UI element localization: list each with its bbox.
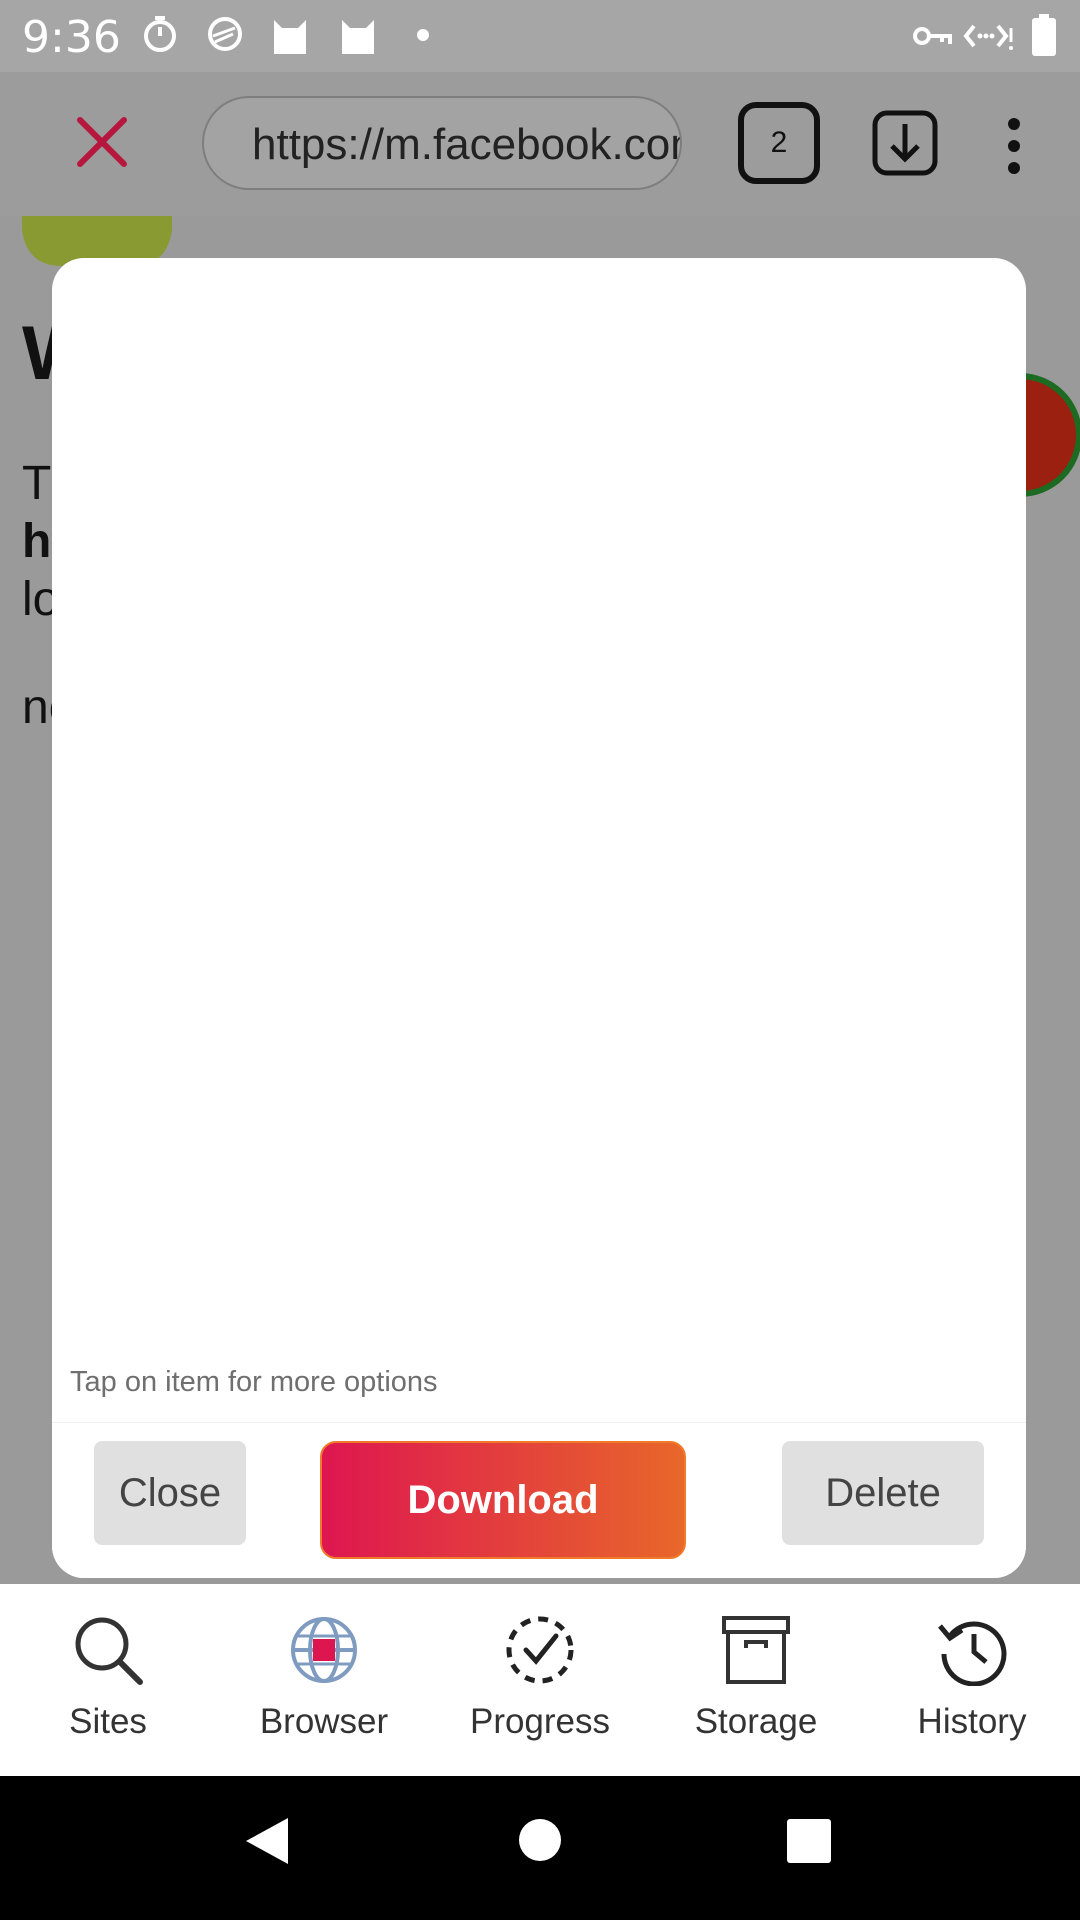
system-navigation-bar xyxy=(0,1776,1080,1920)
more-vert-icon[interactable] xyxy=(1000,116,1028,176)
nav-item-browser[interactable]: Browser xyxy=(216,1584,432,1776)
nav-item-sites[interactable]: Sites xyxy=(0,1584,216,1776)
sync-app-icon xyxy=(208,17,242,51)
url-bar[interactable]: https://m.facebook.com xyxy=(202,96,682,190)
status-time: 9:36 xyxy=(22,12,121,63)
nav-label-browser: Browser xyxy=(259,1702,389,1741)
nav-item-storage[interactable]: Storage xyxy=(648,1584,864,1776)
archive-box-icon xyxy=(722,1616,790,1684)
download-dialog: Tap on item for more options Close Downl… xyxy=(52,258,1026,1578)
back-icon[interactable] xyxy=(244,1816,290,1866)
url-text: https://m.facebook.com xyxy=(252,120,682,169)
progress-check-icon xyxy=(506,1616,574,1684)
dot-icon xyxy=(417,29,429,41)
data-saver-icon xyxy=(963,24,1013,50)
nav-label-storage: Storage xyxy=(694,1702,818,1741)
close-button[interactable]: Close xyxy=(94,1441,246,1545)
tab-count-button[interactable]: 2 xyxy=(738,102,820,184)
browser-toolbar: https://m.facebook.com 2 xyxy=(0,72,1080,216)
nav-label-history: History xyxy=(917,1702,1027,1741)
vpn-key-icon xyxy=(913,27,952,45)
dialog-hint: Tap on item for more options xyxy=(70,1366,438,1398)
nav-label-sites: Sites xyxy=(69,1702,147,1741)
download-button[interactable]: Download xyxy=(320,1441,686,1559)
dialog-button-row: Close Download Delete xyxy=(52,1422,1026,1578)
status-bar: 9:36 xyxy=(0,0,1080,72)
stopwatch-icon xyxy=(144,16,176,52)
download-icon[interactable] xyxy=(872,110,938,176)
search-icon xyxy=(75,1617,143,1685)
bottom-navigation: Sites Browser Progress Storage History xyxy=(0,1584,1080,1776)
nav-label-progress: Progress xyxy=(469,1702,611,1741)
nav-item-history[interactable]: History xyxy=(864,1584,1080,1776)
delete-button[interactable]: Delete xyxy=(782,1441,984,1545)
battery-icon xyxy=(1032,14,1056,56)
cat-app-icon-2 xyxy=(342,20,374,54)
page-fragment: T xyxy=(22,457,52,510)
history-clock-icon xyxy=(938,1621,1007,1686)
nav-item-progress[interactable]: Progress xyxy=(432,1584,648,1776)
close-icon[interactable] xyxy=(72,112,132,172)
home-icon[interactable] xyxy=(518,1818,562,1862)
globe-icon xyxy=(291,1617,357,1683)
cat-app-icon xyxy=(274,20,306,54)
recents-icon[interactable] xyxy=(786,1818,832,1864)
